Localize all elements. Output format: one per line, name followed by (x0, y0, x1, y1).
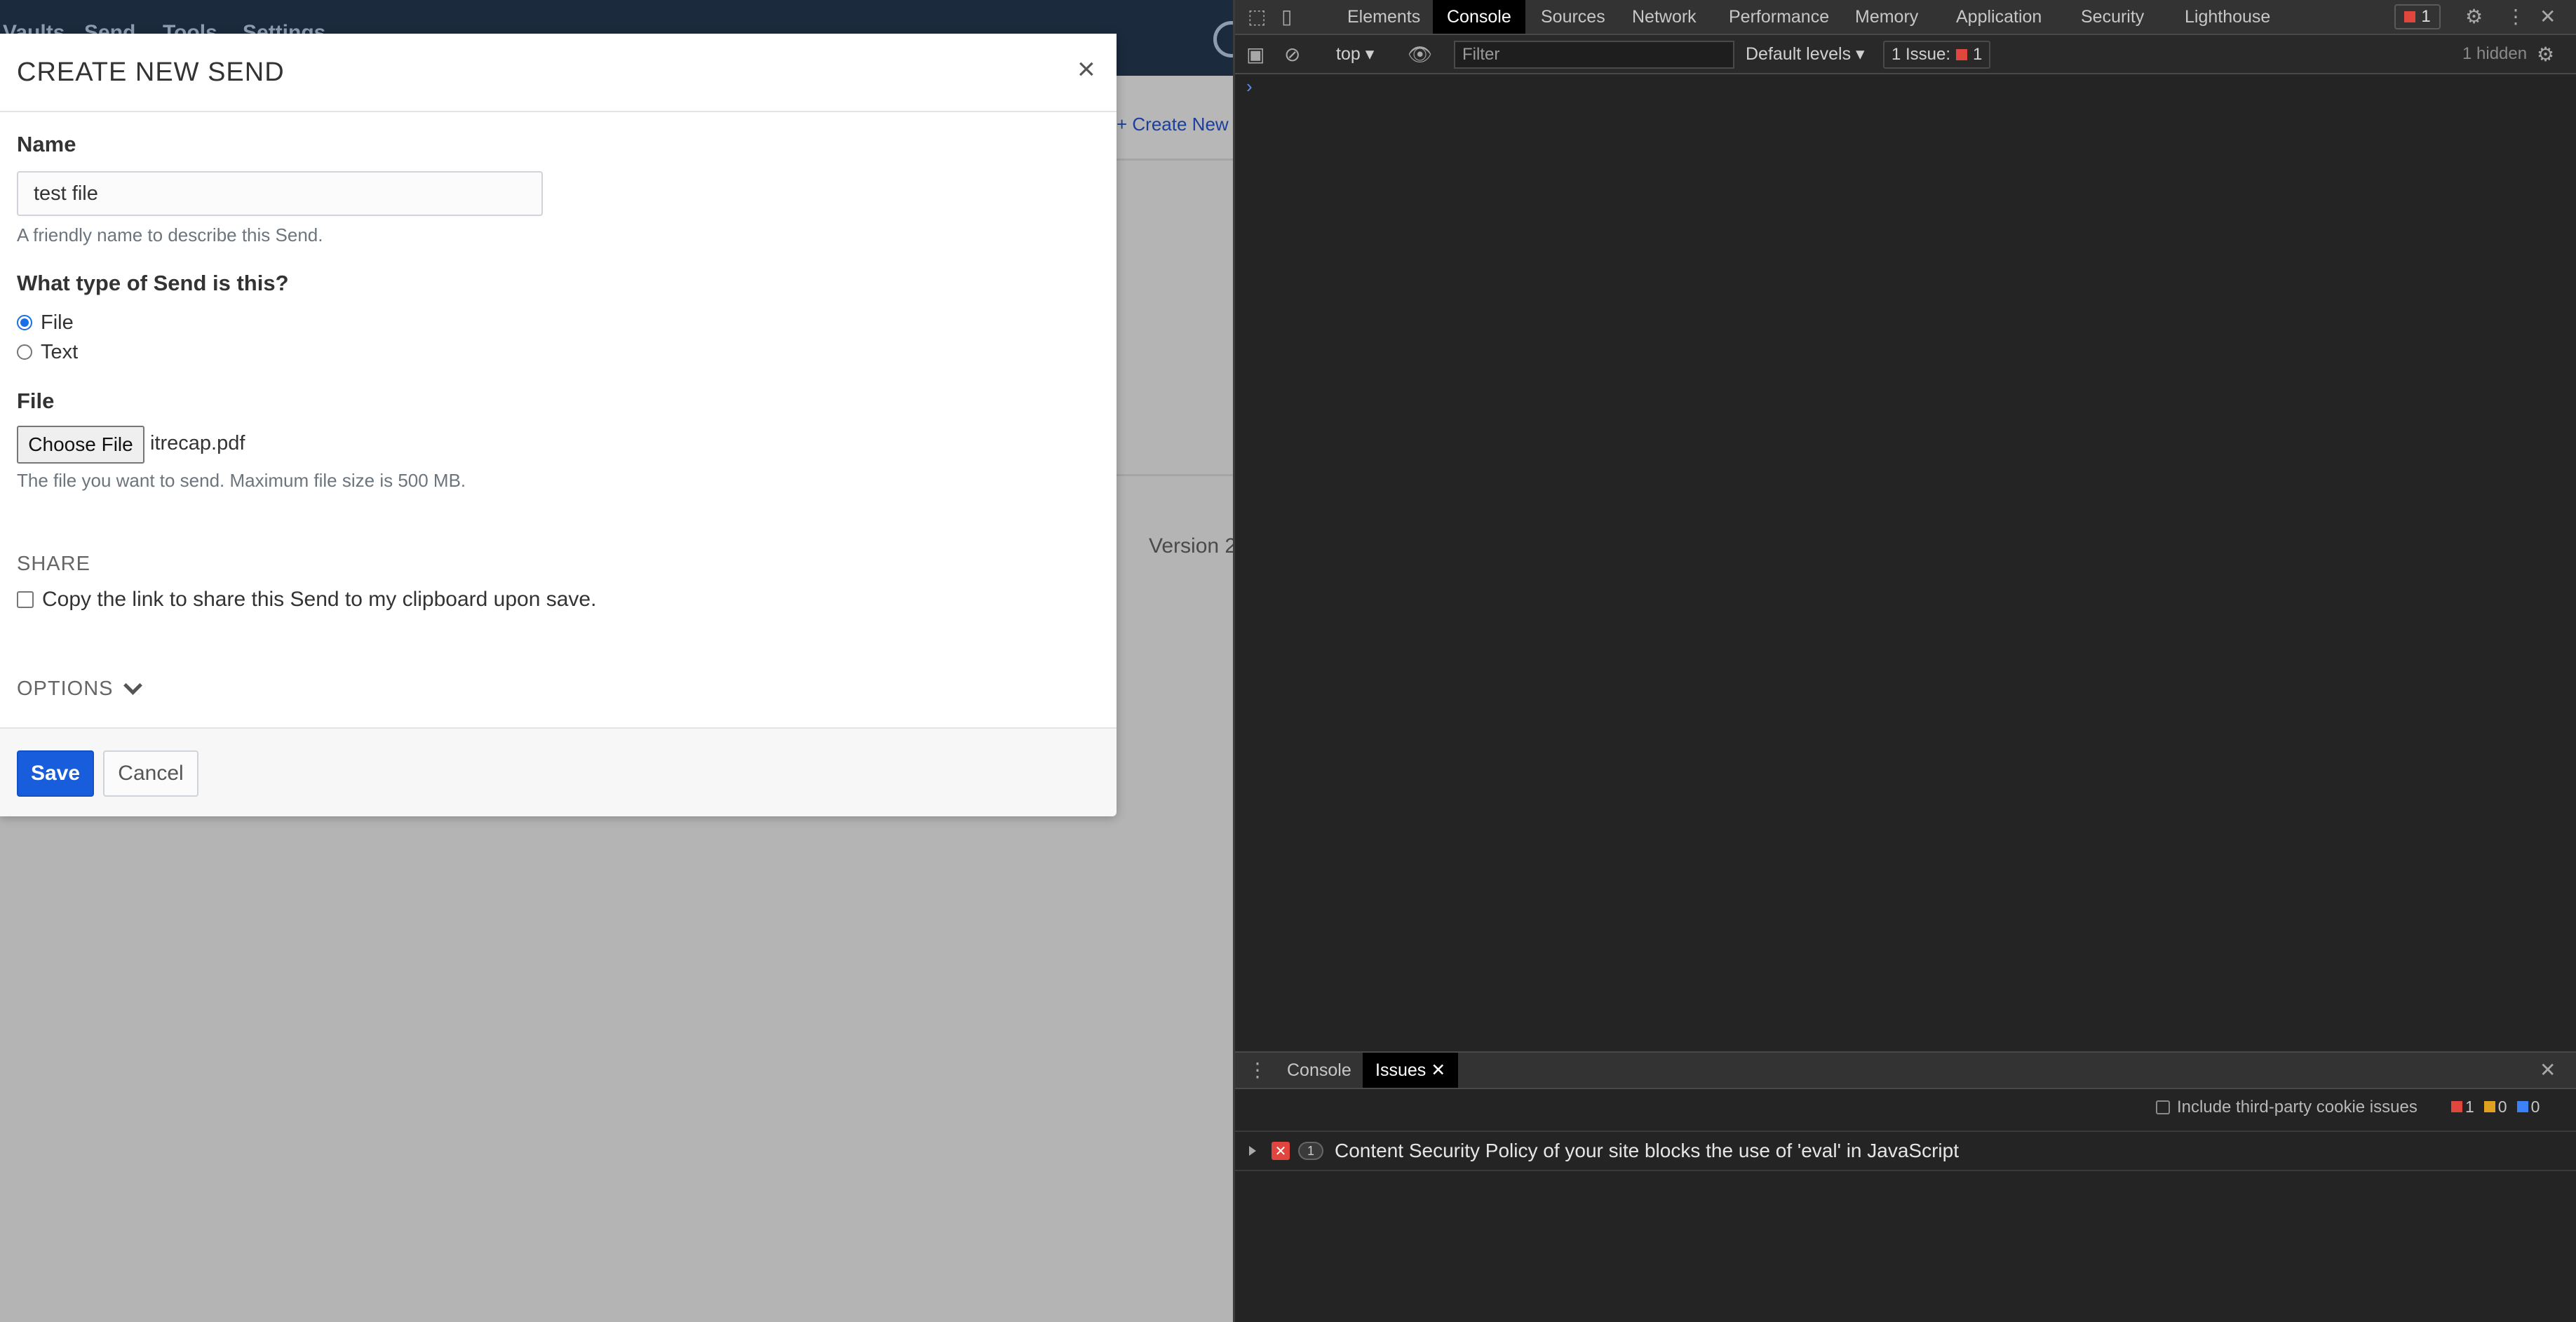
create-send-modal: CREATE NEW SEND × Name test file A frien… (0, 34, 1117, 816)
tab-network[interactable]: Network (1618, 0, 1711, 34)
issues-button[interactable]: 1 Issue: 1 (1883, 41, 1991, 69)
tab-performance[interactable]: Performance (1715, 0, 1843, 34)
chevron-down-icon (123, 676, 142, 695)
send-type-label: What type of Send is this? (17, 271, 289, 295)
tab-security[interactable]: Security (2067, 0, 2158, 34)
issue-counts: 1 0 0 (2451, 1098, 2540, 1117)
issues-toolbar: Include third-party cookie issues 1 0 0 (1235, 1089, 2576, 1128)
third-party-label: Include third-party cookie issues (2177, 1098, 2417, 1117)
radio-text-label: Text (41, 340, 79, 363)
drawer-tabbar: ⋮ Console Issues ✕ ✕ (1235, 1051, 2576, 1089)
account-avatar-icon[interactable] (1213, 21, 1233, 58)
close-devtools-icon[interactable]: ✕ (2540, 0, 2556, 34)
file-label: File (17, 389, 55, 413)
copy-link-checkbox[interactable] (17, 591, 34, 608)
name-help-text: A friendly name to describe this Send. (17, 224, 323, 245)
clear-console-icon[interactable]: ⊘ (1284, 35, 1300, 74)
tab-elements[interactable]: Elements (1333, 0, 1434, 34)
create-new-send-link[interactable]: + Create New Send (1117, 114, 1233, 135)
warning-flag-icon (2483, 1101, 2495, 1112)
issues-label: 1 Issue: (1891, 45, 1951, 64)
hidden-count: 1 hidden (2462, 44, 2528, 63)
radio-text-option[interactable]: Text (17, 339, 78, 365)
share-heading: SHARE (17, 553, 90, 575)
radio-file-option[interactable]: File (17, 310, 74, 335)
third-party-cookie-option[interactable]: Include third-party cookie issues (2156, 1098, 2417, 1117)
inspect-element-icon[interactable]: ⬚ (1248, 0, 1266, 34)
error-count: 1 (2421, 7, 2431, 26)
radio-file[interactable] (17, 315, 32, 330)
drawer-menu-icon[interactable]: ⋮ (1248, 1053, 1267, 1088)
radio-text[interactable] (17, 344, 32, 360)
save-button[interactable]: Save (17, 750, 94, 797)
console-settings-icon[interactable]: ⚙ (2537, 35, 2554, 74)
issue-title: Content Security Policy of your site blo… (1335, 1140, 1959, 1161)
gear-icon[interactable]: ⚙ (2465, 0, 2483, 34)
error-flag-icon (2451, 1101, 2462, 1112)
drawer-tab-console[interactable]: Console (1274, 1053, 1364, 1088)
third-party-checkbox[interactable] (2156, 1100, 2170, 1114)
modal-footer: Save Cancel (0, 727, 1117, 816)
choose-file-button[interactable]: Choose File (17, 426, 144, 464)
copy-link-option[interactable]: Copy the link to share this Send to my c… (17, 588, 596, 612)
error-flag-icon (2404, 11, 2416, 22)
close-drawer-icon[interactable]: ✕ (2540, 1053, 2556, 1088)
warning-issue-count: 0 (2483, 1098, 2507, 1117)
copy-link-label: Copy the link to share this Send to my c… (42, 588, 597, 611)
footer-divider (1117, 474, 1233, 476)
radio-file-label: File (41, 311, 74, 334)
sidebar-toggle-icon[interactable]: ▣ (1246, 35, 1265, 74)
close-icon[interactable]: × (1077, 52, 1095, 87)
console-toolbar: ▣ ⊘ top ▾ 👁 Filter Default levels ▾ 1 Is… (1235, 35, 2576, 74)
eye-icon[interactable]: 👁 (1408, 35, 1433, 74)
cancel-button[interactable]: Cancel (103, 750, 198, 797)
file-help-text: The file you want to send. Maximum file … (17, 470, 466, 491)
devtools-panel: ⬚ ▯ Elements Console Sources Network Per… (1233, 0, 2576, 1322)
info-issue-count: 0 (2516, 1098, 2540, 1117)
devtools-tabbar: ⬚ ▯ Elements Console Sources Network Per… (1235, 0, 2576, 35)
options-toggle[interactable]: OPTIONS (17, 676, 142, 701)
log-levels-dropdown[interactable]: Default levels ▾ (1746, 43, 1865, 65)
tab-memory[interactable]: Memory (1841, 0, 1932, 34)
name-label: Name (17, 132, 76, 156)
console-prompt-icon[interactable]: › (1246, 76, 1253, 97)
tab-console[interactable]: Console (1433, 0, 1525, 34)
close-tab-icon[interactable]: ✕ (1431, 1060, 1445, 1080)
device-toolbar-icon[interactable]: ▯ (1281, 0, 1292, 34)
tab-application[interactable]: Application (1942, 0, 2056, 34)
version-text: Version 2 (1149, 534, 1233, 558)
console-filter-input[interactable]: Filter (1454, 41, 1734, 69)
context-selector[interactable]: top ▾ (1336, 43, 1374, 65)
modal-title: CREATE NEW SEND (17, 58, 285, 87)
info-flag-icon (2516, 1101, 2528, 1112)
error-count-badge[interactable]: 1 (2394, 4, 2441, 29)
error-icon: ✕ (1272, 1142, 1290, 1160)
issue-count-badge: 1 (1298, 1142, 1323, 1160)
error-issue-count: 1 (2451, 1098, 2474, 1117)
drawer-tab-issues[interactable]: Issues ✕ (1363, 1053, 1459, 1088)
error-flag-icon (1956, 49, 1968, 60)
modal-header: CREATE NEW SEND × (0, 34, 1117, 112)
expand-arrow-icon[interactable] (1249, 1146, 1256, 1156)
tab-sources[interactable]: Sources (1527, 0, 1619, 34)
options-label: OPTIONS (17, 677, 114, 700)
levels-value: Default levels (1746, 44, 1852, 64)
issues-count: 1 (1973, 45, 1983, 64)
context-value: top (1336, 44, 1361, 64)
tab-lighthouse[interactable]: Lighthouse (2171, 0, 2284, 34)
drawer-tab-issues-label: Issues (1375, 1060, 1427, 1080)
more-menu-icon[interactable]: ⋮ (2506, 0, 2526, 34)
issue-row[interactable]: ✕ 1 Content Security Policy of your site… (1235, 1131, 2576, 1171)
selected-file-name: itrecap.pdf (150, 432, 245, 454)
name-input[interactable]: test file (17, 171, 543, 216)
